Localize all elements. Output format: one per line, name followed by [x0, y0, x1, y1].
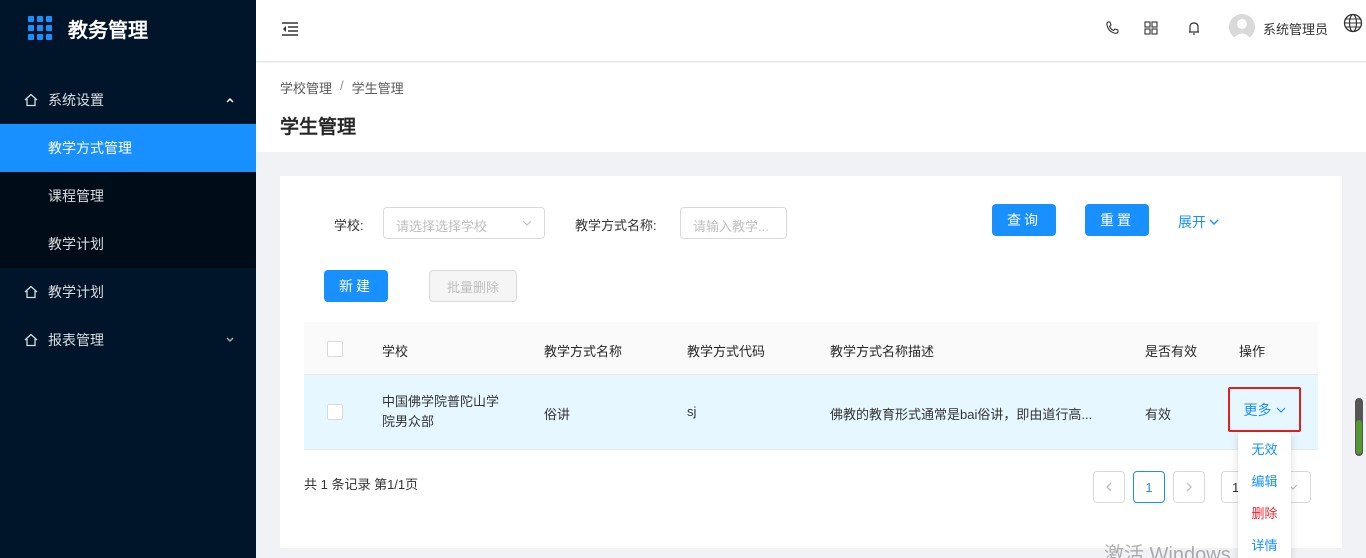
scrollbar-indicator	[1356, 420, 1362, 454]
column-header: 教学方式代码	[687, 344, 766, 359]
chevron-down-icon	[522, 220, 532, 226]
chevron-down-icon	[1276, 407, 1285, 413]
breadcrumb: 学校管理 / 学生管理	[280, 78, 404, 97]
next-page-button[interactable]	[1173, 471, 1205, 503]
school-select[interactable]: 请选择选择学校	[383, 207, 545, 239]
cell-valid: 有效	[1145, 407, 1172, 422]
sidebar-item-course[interactable]: 课程管理	[0, 172, 256, 220]
expand-label: 展开	[1178, 214, 1206, 230]
method-name-input[interactable]: 请输入教学...	[680, 207, 787, 239]
username[interactable]: 系统管理员	[1263, 19, 1328, 38]
more-label: 更多	[1243, 401, 1272, 418]
column-header: 学校	[382, 344, 409, 359]
reset-button[interactable]: 重置	[1085, 204, 1149, 236]
data-table: 学校 教学方式名称 教学方式代码 教学方式名称描述 是否有效 操作 中国佛学院普…	[304, 322, 1318, 450]
column-header: 是否有效	[1145, 344, 1198, 359]
app-title: 教务管理	[68, 19, 148, 42]
home-icon	[24, 333, 38, 347]
expand-link[interactable]: 展开	[1178, 212, 1220, 232]
breadcrumb-parent[interactable]: 学校管理	[280, 78, 332, 97]
content-card: 学校: 请选择选择学校 教学方式名称: 请输入教学... 查询 重置 展开 新建…	[280, 176, 1342, 548]
apps-grid-icon	[28, 16, 52, 40]
menu-item-delete[interactable]: 删除	[1238, 496, 1291, 528]
sidebar-menu: 系统设置 教学方式管理 课程管理 教学计划 教学计划 报表管理	[0, 76, 256, 364]
batch-delete-button: 批量删除	[429, 270, 517, 302]
cell-desc: 佛教的教育形式通常是bai俗讲，即由道行高...	[830, 407, 1093, 422]
sidebar-item-label: 教学方式管理	[48, 140, 132, 156]
school-label: 学校:	[334, 218, 364, 233]
more-dropdown-menu: 无效 编辑 删除 详情	[1238, 432, 1291, 558]
menu-item-details[interactable]: 详情	[1238, 528, 1291, 558]
home-icon	[24, 285, 38, 299]
sidebar-item-label: 报表管理	[48, 332, 104, 348]
phone-icon[interactable]	[1104, 20, 1120, 36]
table-row[interactable]: 中国佛学院普陀山学 院男众部 俗讲 sj 佛教的教育形式通常是bai俗讲，即由道…	[304, 375, 1318, 450]
sidebar-item-reports[interactable]: 报表管理	[0, 316, 256, 364]
windows-activation-watermark: 激活 Windows	[1104, 544, 1231, 558]
select-all-checkbox[interactable]	[327, 341, 343, 357]
sidebar-item-label: 教学计划	[48, 236, 104, 252]
total-records: 共 1 条记录 第1/1页	[304, 477, 419, 492]
top-header: 系统管理员	[256, 0, 1366, 62]
sidebar: 教务管理 系统设置 教学方式管理 课程管理 教学计划 教学计划 报表管理	[0, 0, 256, 558]
page-1-button[interactable]: 1	[1133, 471, 1165, 503]
sidebar-item-system-settings[interactable]: 系统设置	[0, 76, 256, 124]
school-select-placeholder: 请选择选择学校	[396, 219, 488, 234]
cell-school-line: 中国佛学院普陀山学	[382, 394, 500, 409]
avatar[interactable]	[1229, 14, 1255, 40]
cell-school-line: 院男众部	[382, 414, 435, 429]
breadcrumb-separator: /	[340, 78, 344, 93]
sidebar-item-teaching-plan[interactable]: 教学计划	[0, 268, 256, 316]
user-icon	[1232, 19, 1252, 40]
sidebar-item-teaching-method[interactable]: 教学方式管理	[0, 124, 256, 172]
sidebar-item-label: 课程管理	[48, 188, 104, 204]
chevron-left-icon	[1106, 482, 1112, 492]
menu-item-edit[interactable]: 编辑	[1238, 464, 1291, 496]
chevron-right-icon	[1186, 482, 1192, 492]
column-header: 教学方式名称	[544, 344, 623, 359]
prev-page-button[interactable]	[1093, 471, 1125, 503]
cell-school: 中国佛学院普陀山学 院男众部	[382, 392, 499, 432]
column-header: 教学方式名称描述	[830, 344, 935, 359]
menu-item-invalid[interactable]: 无效	[1238, 432, 1291, 464]
more-dropdown-button[interactable]: 更多	[1228, 387, 1301, 432]
home-icon	[24, 93, 38, 107]
chevron-down-icon	[1209, 219, 1219, 225]
page-title: 学生管理	[280, 117, 357, 138]
globe-icon[interactable]	[1343, 13, 1363, 33]
table-header: 学校 教学方式名称 教学方式代码 教学方式名称描述 是否有效 操作	[304, 322, 1318, 375]
chevron-down-icon	[226, 337, 234, 343]
chevron-up-icon	[226, 97, 234, 103]
query-button[interactable]: 查询	[992, 204, 1056, 236]
method-name-placeholder: 请输入教学...	[693, 219, 769, 234]
sidebar-submenu: 教学方式管理 课程管理 教学计划	[0, 124, 256, 268]
new-button[interactable]: 新建	[324, 270, 388, 302]
sidebar-item-label: 教学计划	[48, 284, 104, 300]
cell-method: 俗讲	[544, 407, 571, 422]
bell-icon[interactable]	[1186, 20, 1202, 36]
column-header: 操作	[1239, 344, 1266, 359]
menu-fold-icon[interactable]	[280, 19, 300, 39]
grid-icon[interactable]	[1143, 20, 1159, 36]
page-header: 学校管理 / 学生管理 学生管理	[256, 63, 1366, 152]
sidebar-item-label: 系统设置	[48, 92, 104, 108]
logo[interactable]: 教务管理	[0, 0, 256, 56]
cell-code: sj	[687, 404, 697, 419]
sidebar-item-teaching-plan-sub[interactable]: 教学计划	[0, 220, 256, 268]
method-name-label: 教学方式名称:	[575, 218, 657, 233]
breadcrumb-current: 学生管理	[351, 81, 404, 96]
row-checkbox[interactable]	[327, 404, 343, 420]
